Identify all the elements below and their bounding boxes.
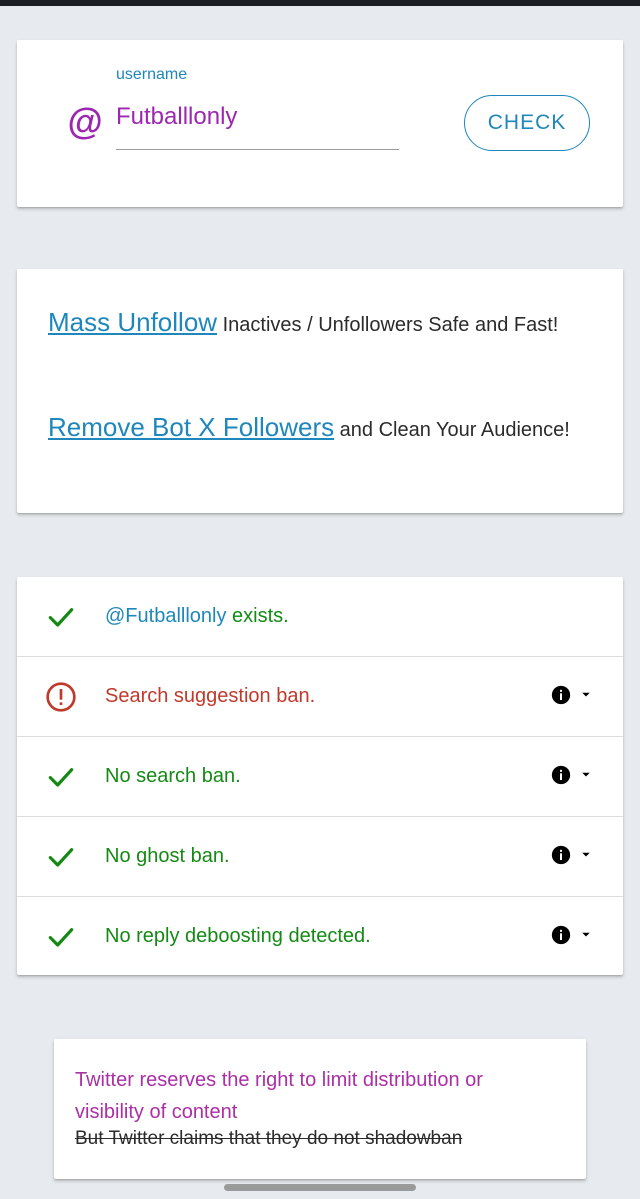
caret-down-icon [582, 692, 590, 697]
result-text-ghost-ban: No ghost ban. [105, 845, 230, 867]
info-dropdown-button[interactable] [551, 683, 599, 707]
info-icon [551, 845, 571, 865]
username-label: username [116, 66, 188, 83]
caret-down-icon [582, 852, 590, 857]
result-row-reply-deboosting[interactable]: No reply deboosting detected. [17, 897, 623, 977]
username-card: @ username CHECK [17, 40, 623, 207]
promo-line-bots-text: and Clean Your Audience! [334, 419, 570, 441]
info-dropdown-button[interactable] [551, 843, 599, 867]
result-text-reply-deboosting: No reply deboosting detected. [105, 925, 371, 947]
info-dropdown-button[interactable] [551, 923, 599, 947]
check-icon [48, 848, 74, 867]
results-card: @Futballlonly exists. Search suggestion … [17, 577, 623, 975]
notice-struck-text: But Twitter claims that they do not shad… [75, 1128, 463, 1149]
info-icon [551, 925, 571, 945]
caret-down-icon [582, 932, 590, 937]
promo-line-unfollow: Mass Unfollow Inactives / Unfollowers Sa… [48, 304, 588, 343]
at-icon: @ [67, 101, 103, 142]
result-text-search-ban: No search ban. [105, 765, 241, 787]
info-icon [551, 765, 571, 785]
check-icon [48, 768, 74, 787]
info-icon [551, 685, 571, 705]
account-handle: @Futballlonly [105, 605, 227, 627]
check-icon [48, 608, 74, 627]
info-dropdown-button[interactable] [551, 763, 599, 787]
notice-card: Twitter reserves the right to limit dist… [54, 1039, 586, 1179]
promo-line-unfollow-text: Inactives / Unfollowers Safe and Fast! [217, 314, 559, 336]
username-input[interactable] [116, 98, 399, 150]
check-icon [48, 928, 74, 947]
caret-down-icon [582, 772, 590, 777]
result-row-search-suggestion[interactable]: Search suggestion ban. [17, 657, 623, 737]
home-indicator[interactable] [224, 1184, 416, 1191]
status-bar-edge [0, 0, 640, 6]
result-text-exists: @Futballlonly exists. [105, 605, 289, 627]
mass-unfollow-link[interactable]: Mass Unfollow [48, 307, 217, 337]
promo-card: Mass Unfollow Inactives / Unfollowers Sa… [17, 269, 623, 513]
result-row-exists: @Futballlonly exists. [17, 577, 623, 657]
result-row-ghost-ban[interactable]: No ghost ban. [17, 817, 623, 897]
check-button[interactable]: CHECK [464, 95, 590, 151]
remove-bot-followers-link[interactable]: Remove Bot X Followers [48, 412, 334, 442]
promo-line-bots: Remove Bot X Followers and Clean Your Au… [48, 409, 588, 448]
error-circle-icon [46, 682, 76, 712]
result-text-search-suggestion: Search suggestion ban. [105, 685, 316, 707]
result-row-search-ban[interactable]: No search ban. [17, 737, 623, 817]
notice-text: Twitter reserves the right to limit dist… [75, 1069, 483, 1123]
